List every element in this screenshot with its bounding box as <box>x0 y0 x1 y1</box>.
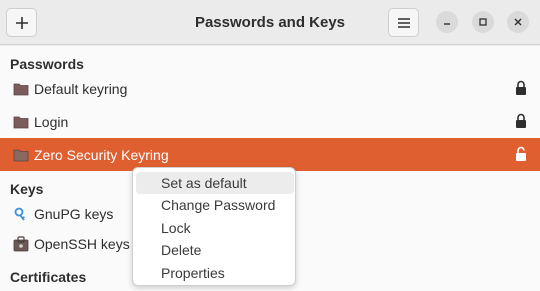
gnupg-key-icon <box>14 207 25 221</box>
unlocked-icon <box>516 146 526 161</box>
list-item-label: OpenSSH keys <box>34 235 130 252</box>
maximize-button[interactable] <box>472 11 494 33</box>
list-item-label: Default keyring <box>34 80 128 97</box>
ssh-key-icon <box>13 236 29 252</box>
folder-icon <box>13 116 29 129</box>
window-title: Passwords and Keys <box>194 14 346 31</box>
add-button[interactable] <box>6 8 37 37</box>
context-menu: Set as default Change Password Lock Dele… <box>132 167 296 286</box>
list-item-label: Zero Security Keyring <box>34 146 169 163</box>
close-button[interactable] <box>507 11 529 33</box>
minimize-icon <box>444 23 450 25</box>
close-icon <box>514 18 522 26</box>
plus-icon <box>15 16 28 29</box>
menu-item-set-as-default[interactable]: Set as default <box>136 172 294 194</box>
section-heading-keys: Keys <box>10 181 44 197</box>
folder-icon <box>13 83 29 96</box>
lock-icon <box>516 113 526 128</box>
minimize-button[interactable] <box>436 11 458 33</box>
header-bar: Passwords and Keys <box>0 0 540 45</box>
list-item-label: Login <box>34 113 69 130</box>
lock-icon <box>516 80 526 95</box>
menu-item-delete[interactable]: Delete <box>136 239 294 261</box>
main-menu-button[interactable] <box>388 8 419 37</box>
list-item-login[interactable]: Login <box>0 105 540 138</box>
menu-item-properties[interactable]: Properties <box>136 262 294 284</box>
folder-icon <box>13 149 29 162</box>
menu-item-change-password[interactable]: Change Password <box>136 194 294 216</box>
list-item-default-keyring[interactable]: Default keyring <box>0 72 540 105</box>
section-heading-certificates: Certificates <box>10 269 87 285</box>
hamburger-menu-icon <box>397 17 410 28</box>
menu-item-lock[interactable]: Lock <box>136 217 294 239</box>
section-heading-passwords: Passwords <box>10 56 84 72</box>
list-item-label: GnuPG keys <box>34 205 114 222</box>
maximize-icon <box>479 18 487 26</box>
